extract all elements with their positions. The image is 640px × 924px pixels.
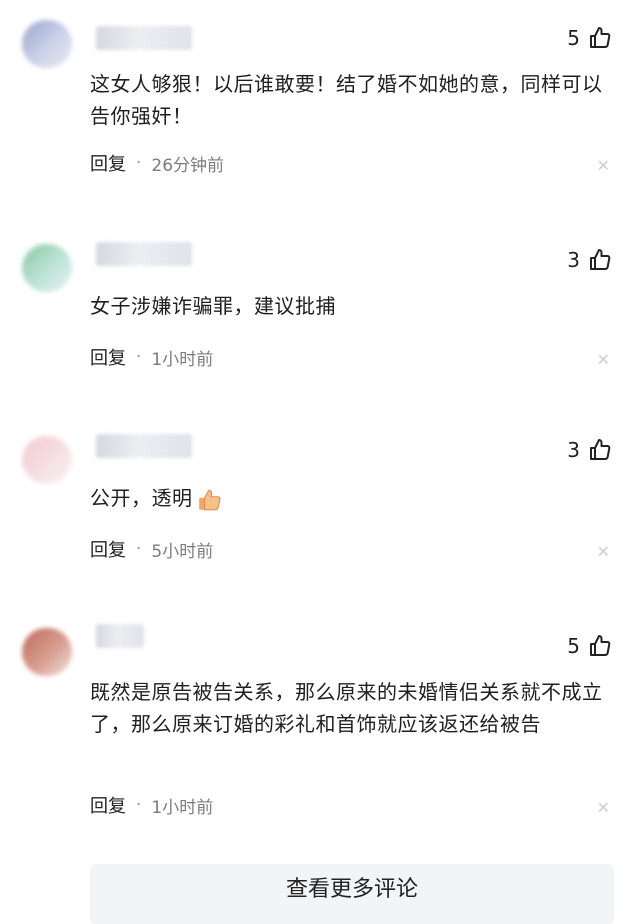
comment-text-body: 公开，透明 bbox=[90, 486, 193, 510]
thumbs-up-icon bbox=[590, 249, 611, 270]
comment-meta: 回复 · 1小时前 bbox=[90, 344, 213, 370]
avatar[interactable] bbox=[22, 20, 72, 68]
close-icon[interactable]: ✕ bbox=[597, 156, 610, 175]
comment-time: 1小时前 bbox=[151, 349, 214, 370]
like-count: 3 bbox=[567, 248, 580, 272]
comment-meta: 回复 · 26分钟前 bbox=[90, 150, 224, 176]
reply-link[interactable]: 回复 bbox=[90, 536, 126, 562]
comment-time: 26分钟前 bbox=[151, 155, 225, 176]
username[interactable] bbox=[96, 26, 192, 50]
thumbs-up-icon bbox=[590, 635, 611, 656]
avatar[interactable] bbox=[22, 628, 72, 676]
comment-text: 这女人够狠！以后谁敢要！结了婚不如她的意，同样可以告你强奸！ bbox=[90, 72, 603, 128]
thumbs-up-icon bbox=[590, 439, 611, 460]
like-button[interactable]: 3 bbox=[567, 438, 612, 462]
avatar[interactable] bbox=[22, 436, 72, 484]
username[interactable] bbox=[96, 624, 144, 648]
like-count: 3 bbox=[567, 438, 580, 462]
like-button[interactable]: 3 bbox=[567, 248, 612, 272]
comment-text: 既然是原告被告关系，那么原来的未婚情侣关系就不成立了，那么原来订婚的彩礼和首饰就… bbox=[90, 680, 603, 736]
reply-link[interactable]: 回复 bbox=[90, 792, 126, 818]
separator-dot: · bbox=[136, 153, 142, 173]
comment-text: 公开，透明 bbox=[90, 482, 610, 514]
comment-time: 1小时前 bbox=[151, 797, 214, 818]
like-count: 5 bbox=[567, 26, 580, 50]
comment-time: 5小时前 bbox=[151, 541, 214, 562]
close-icon[interactable]: ✕ bbox=[597, 542, 610, 561]
comment-meta: 回复 · 5小时前 bbox=[90, 536, 213, 562]
view-more-comments-button[interactable]: 查看更多评论 bbox=[90, 864, 614, 924]
comment-text: 女子涉嫌诈骗罪，建议批捕 bbox=[90, 294, 336, 318]
avatar[interactable] bbox=[22, 244, 72, 292]
close-icon[interactable]: ✕ bbox=[597, 798, 610, 817]
thumbs-up-emoji-icon bbox=[198, 489, 221, 510]
like-button[interactable]: 5 bbox=[567, 26, 612, 50]
separator-dot: · bbox=[136, 539, 142, 559]
separator-dot: · bbox=[136, 795, 142, 815]
close-icon[interactable]: ✕ bbox=[597, 350, 610, 369]
username[interactable] bbox=[96, 242, 192, 266]
username[interactable] bbox=[96, 434, 192, 458]
thumbs-up-icon bbox=[590, 27, 611, 48]
reply-link[interactable]: 回复 bbox=[90, 344, 126, 370]
separator-dot: · bbox=[136, 347, 142, 367]
comment-meta: 回复 · 1小时前 bbox=[90, 792, 213, 818]
like-count: 5 bbox=[567, 634, 580, 658]
like-button[interactable]: 5 bbox=[567, 634, 612, 658]
reply-link[interactable]: 回复 bbox=[90, 150, 126, 176]
